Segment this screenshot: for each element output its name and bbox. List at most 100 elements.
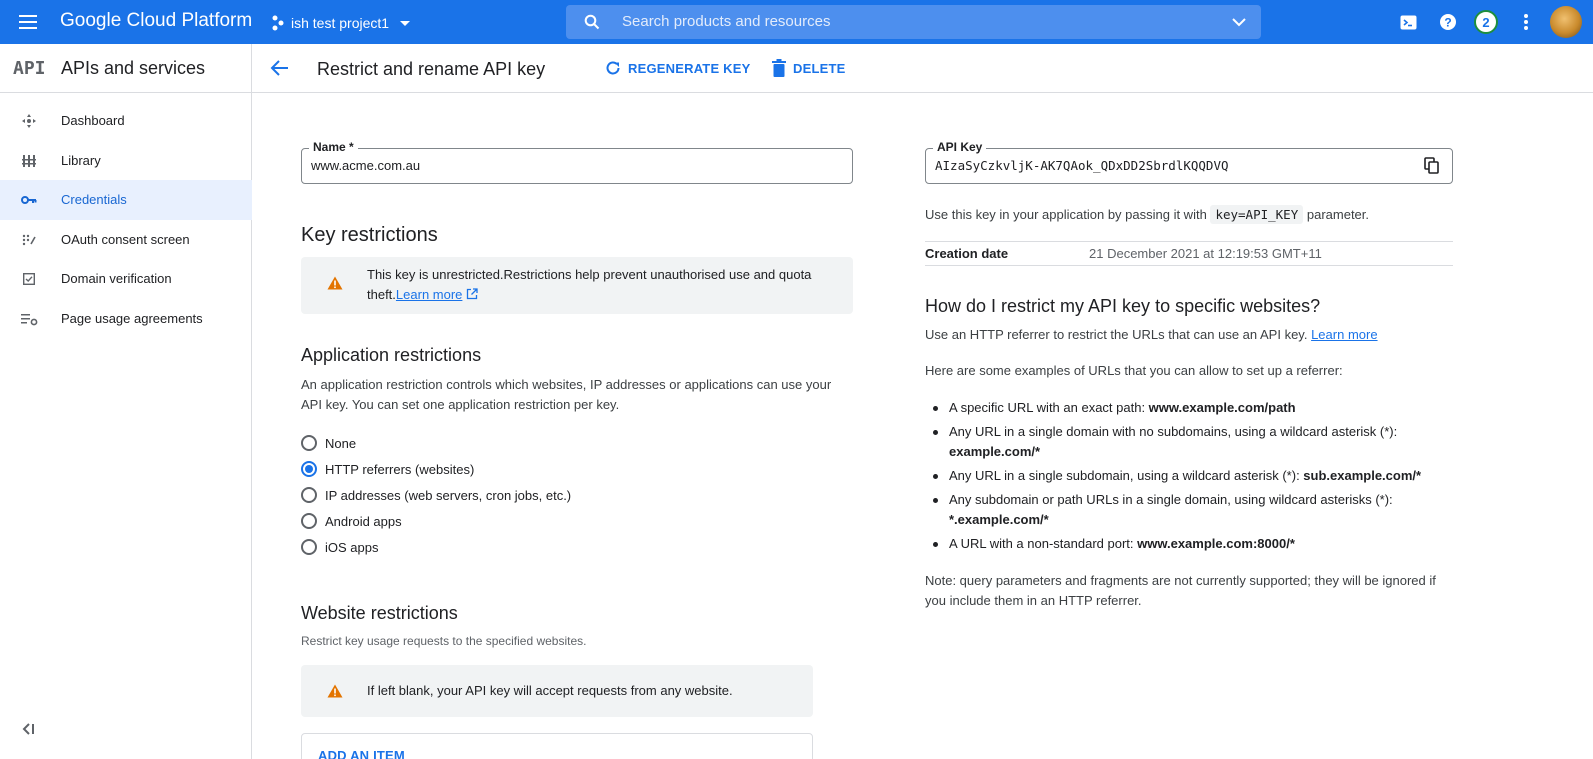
website-items-list: ADD AN ITEM — [301, 733, 813, 759]
collapse-sidebar-icon[interactable] — [20, 720, 38, 738]
back-arrow-icon[interactable] — [268, 56, 292, 80]
list-item-example: www.example.com:8000/* — [1137, 536, 1295, 551]
search-expand-icon[interactable] — [1231, 15, 1247, 29]
search-placeholder: Search products and resources — [622, 13, 831, 30]
learn-more-link[interactable]: Learn more — [396, 287, 462, 302]
sidebar-header: API APIs and services — [0, 44, 252, 93]
radio-none[interactable]: None — [301, 433, 356, 453]
api-key-usage-suffix: parameter. — [1306, 207, 1370, 222]
top-app-bar: Google Cloud Platform ish test project1 … — [0, 0, 1593, 44]
project-name: ish test project1 — [291, 15, 390, 31]
sidebar-item-domain-verification[interactable]: Domain verification — [0, 259, 252, 299]
sidebar: API APIs and services Dashboard Library … — [0, 44, 252, 759]
radio-ip-addresses[interactable]: IP addresses (web servers, cron jobs, et… — [301, 485, 571, 505]
notifications-badge[interactable]: 2 — [1474, 10, 1498, 34]
project-icon — [272, 15, 284, 31]
external-link-icon — [466, 288, 478, 300]
api-key-label: API Key — [933, 140, 987, 154]
creation-date-row: Creation date 21 December 2021 at 12:19:… — [925, 241, 1453, 266]
key-restrictions-heading: Key restrictions — [301, 224, 438, 246]
sidebar-item-label: Credentials — [61, 192, 127, 207]
sidebar-item-oauth-consent[interactable]: OAuth consent screen — [0, 220, 252, 260]
radio-label: None — [325, 435, 357, 451]
api-key-value[interactable]: AIzaSyCzkvljK-AK7QAok_QDxDD2SbrdlKQQDVQ — [935, 158, 1229, 173]
radio-button[interactable] — [301, 487, 317, 503]
svg-text:?: ? — [1444, 16, 1451, 30]
application-restrictions-description: An application restriction controls whic… — [301, 377, 832, 412]
search-input[interactable]: Search products and resources — [566, 5, 1261, 39]
radio-button[interactable] — [301, 513, 317, 529]
sidebar-item-label: Library — [61, 153, 101, 168]
warning-icon — [327, 276, 343, 290]
help-icon[interactable]: ? — [1436, 10, 1460, 34]
key-icon — [20, 191, 38, 209]
add-an-item-button[interactable]: ADD AN ITEM — [318, 748, 405, 759]
list-item: A specific URL with an exact path: www.e… — [925, 398, 1445, 418]
app-title[interactable]: Google Cloud Platform — [60, 10, 252, 32]
sidebar-title: APIs and services — [61, 58, 206, 78]
warning-icon — [327, 684, 343, 698]
menu-icon[interactable] — [15, 10, 41, 34]
radio-label: HTTP referrers (websites) — [325, 461, 475, 477]
radio-http-referrers[interactable]: HTTP referrers (websites) — [301, 459, 474, 479]
dashboard-icon — [20, 112, 38, 130]
list-item-text: Any subdomain or path URLs in a single d… — [949, 492, 1393, 507]
radio-label: iOS apps — [325, 539, 379, 555]
radio-button[interactable] — [301, 435, 317, 451]
checkbox-icon — [20, 270, 38, 288]
cloud-shell-icon[interactable] — [1396, 10, 1420, 34]
list-item-text: A specific URL with an exact path: — [949, 400, 1149, 415]
list-item-text: A URL with a non-standard port: — [949, 536, 1138, 551]
regenerate-key-label: REGENERATE KEY — [628, 60, 751, 76]
sidebar-item-page-usage[interactable]: Page usage agreements — [0, 299, 252, 339]
settings-list-icon — [20, 310, 38, 328]
list-item: Any subdomain or path URLs in a single d… — [925, 490, 1445, 530]
oauth-icon — [20, 231, 38, 249]
unrestricted-warning: This key is unrestricted.Restrictions he… — [301, 257, 853, 314]
list-item-example: sub.example.com/* — [1303, 468, 1422, 483]
radio-label: IP addresses (web servers, cron jobs, et… — [325, 487, 572, 503]
api-key-field: API Key AIzaSyCzkvljK-AK7QAok_QDxDD2Sbrd… — [925, 140, 1453, 184]
sidebar-item-dashboard[interactable]: Dashboard — [0, 101, 252, 141]
avatar[interactable] — [1550, 6, 1582, 38]
radio-button-selected[interactable] — [301, 461, 317, 477]
website-restrictions-description: Restrict key usage requests to the speci… — [301, 634, 587, 648]
help-learn-more-link[interactable]: Learn more — [1311, 327, 1377, 342]
chevron-down-icon — [400, 21, 411, 26]
help-note: Note: query parameters and fragments are… — [925, 573, 1436, 608]
radio-button[interactable] — [301, 539, 317, 555]
page-header: Restrict and rename API key REGENERATE K… — [252, 44, 1593, 93]
library-icon — [20, 152, 38, 170]
creation-date-label: Creation date — [925, 246, 1009, 261]
name-field[interactable]: Name * www.acme.com.au — [301, 140, 853, 184]
list-item: A URL with a non-standard port: www.exam… — [925, 534, 1445, 554]
search-icon — [584, 14, 600, 30]
help-heading: How do I restrict my API key to specific… — [925, 296, 1321, 316]
list-item-example: *.example.com/* — [949, 512, 1049, 527]
name-field-label: Name * — [309, 140, 358, 154]
sidebar-item-label: Page usage agreements — [61, 311, 203, 326]
api-key-usage-prefix: Use this key in your application by pass… — [925, 207, 1207, 222]
more-vert-icon[interactable] — [1514, 10, 1538, 34]
sidebar-item-credentials[interactable]: Credentials — [0, 180, 252, 220]
blank-website-warning-text: If left blank, your API key will accept … — [367, 683, 733, 698]
delete-label: DELETE — [793, 60, 846, 76]
website-restrictions-heading: Website restrictions — [301, 603, 458, 623]
sidebar-item-label: OAuth consent screen — [61, 232, 190, 247]
page-title: Restrict and rename API key — [317, 59, 546, 79]
delete-button[interactable]: DELETE — [771, 57, 845, 79]
blank-website-warning: If left blank, your API key will accept … — [301, 665, 813, 717]
project-selector[interactable]: ish test project1 — [271, 12, 415, 34]
radio-android-apps[interactable]: Android apps — [301, 511, 402, 531]
trash-icon — [772, 59, 786, 77]
name-field-value[interactable]: www.acme.com.au — [311, 158, 420, 173]
sidebar-item-label: Dashboard — [61, 113, 125, 128]
regenerate-key-button[interactable]: REGENERATE KEY — [604, 57, 750, 79]
copy-icon[interactable] — [1422, 156, 1442, 176]
sidebar-item-library[interactable]: Library — [0, 141, 252, 181]
sidebar-item-label: Domain verification — [61, 271, 172, 286]
radio-ios-apps[interactable]: iOS apps — [301, 537, 378, 557]
list-item-example: example.com/* — [949, 444, 1041, 459]
list-item: Any URL in a single domain with no subdo… — [925, 422, 1445, 462]
help-intro: Use an HTTP referrer to restrict the URL… — [925, 325, 1378, 345]
